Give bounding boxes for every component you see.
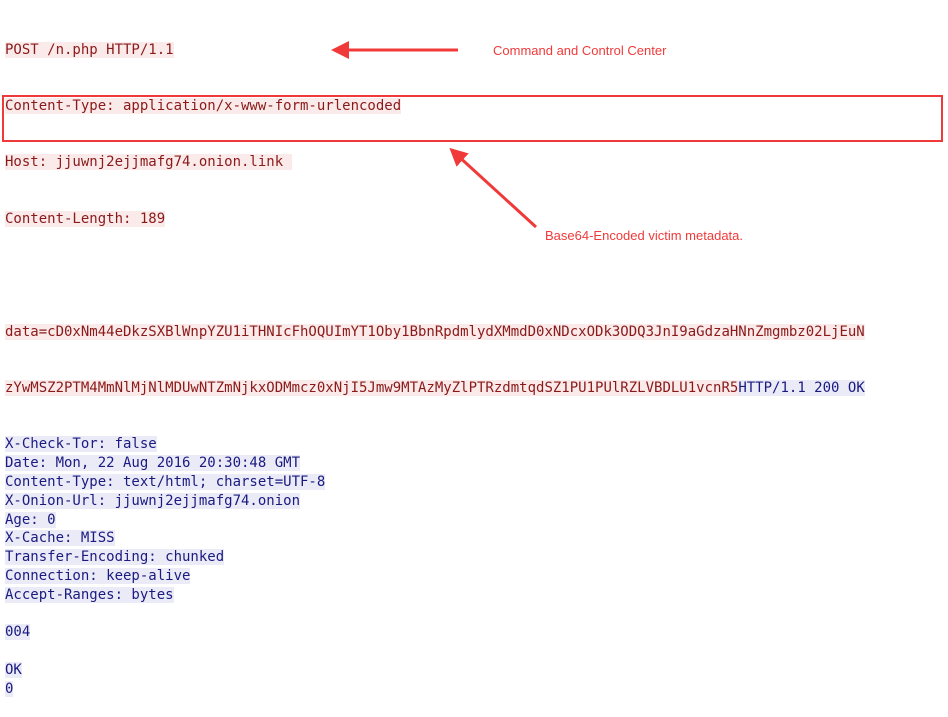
response-header-line: Connection: keep-alive	[5, 567, 191, 584]
response-header-line: Age: 0	[5, 511, 56, 528]
response-header-line: X-Cache: MISS	[5, 530, 115, 547]
response-header-line: OK	[5, 661, 22, 678]
payload-annotation: Base64-Encoded victim metadata.	[545, 228, 743, 243]
response-header-line: 0	[5, 680, 14, 697]
response-header-line: 004	[5, 624, 31, 641]
payload-arrow-icon	[449, 147, 538, 229]
response-header-line: Accept-Ranges: bytes	[5, 586, 174, 603]
annotation-arrows	[331, 41, 538, 229]
c2-annotation: Command and Control Center	[493, 43, 667, 58]
response-header-line: Transfer-Encoding: chunked	[5, 549, 225, 566]
